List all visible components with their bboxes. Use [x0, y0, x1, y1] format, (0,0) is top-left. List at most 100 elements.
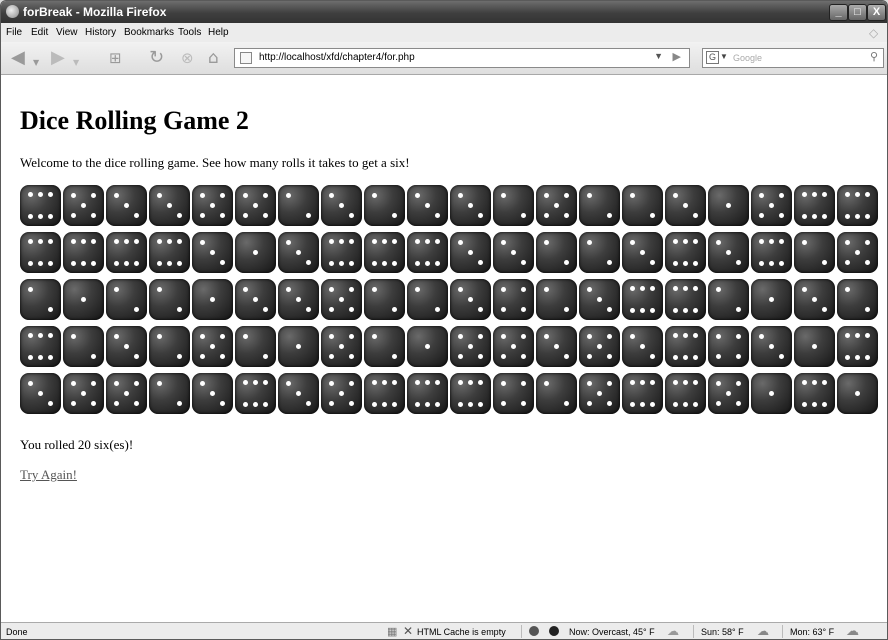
menu-file[interactable]: File [6, 27, 22, 38]
globe-icon[interactable] [549, 626, 559, 636]
die-pip [392, 379, 398, 385]
die-pip [801, 286, 807, 292]
reload-icon[interactable]: ↻ [149, 49, 164, 67]
die-pip [220, 354, 226, 360]
die-pip [715, 333, 721, 339]
die-face-5 [321, 326, 362, 367]
weather-mon[interactable]: Mon: 63° F [790, 627, 834, 637]
browser-window: forBreak - Mozilla Firefox _ □ X File Ed… [0, 0, 888, 640]
die-pip [500, 239, 506, 245]
die-face-3 [407, 185, 448, 226]
die-face-6 [20, 185, 61, 226]
die-pip [177, 307, 183, 313]
die-pip [177, 401, 183, 407]
die-pip [564, 213, 570, 219]
die-pip [242, 286, 248, 292]
die-pip [113, 261, 119, 267]
die-face-3 [321, 185, 362, 226]
weather-sun[interactable]: Sun: 58° F [701, 627, 744, 637]
die-pip [91, 192, 97, 198]
die-face-1 [751, 279, 792, 320]
die-pip [779, 261, 785, 267]
shield-icon[interactable] [529, 626, 539, 636]
die-face-6 [794, 185, 835, 226]
search-box[interactable]: G ▼ Google ⚲ [702, 48, 884, 68]
weather-now[interactable]: Now: Overcast, 45° F [569, 627, 655, 637]
die-pip [812, 402, 817, 408]
forward-dropdown-icon[interactable]: ▼ [73, 55, 79, 71]
die-pip [167, 238, 172, 244]
die-face-6 [622, 279, 663, 320]
die-pip [822, 214, 828, 220]
menu-history[interactable]: History [85, 27, 116, 38]
cache-grid-icon[interactable]: ▦ [387, 625, 397, 638]
die-pip [812, 191, 817, 197]
search-engine-icon[interactable]: G [706, 51, 719, 64]
die-pip [478, 213, 484, 219]
die-pip [167, 261, 172, 267]
menu-edit[interactable]: Edit [31, 27, 48, 38]
die-pip [607, 213, 613, 219]
die-pip [134, 354, 140, 360]
die-pip [855, 391, 860, 396]
die-face-1 [794, 326, 835, 367]
die-pip [70, 192, 76, 198]
die-face-6 [665, 326, 706, 367]
die-pip [457, 379, 463, 385]
die-pip [199, 239, 205, 245]
die-pip [693, 213, 699, 219]
die-pip [457, 192, 463, 198]
die-pip [758, 261, 764, 267]
search-engine-dropdown-icon[interactable]: ▼ [720, 52, 728, 61]
die-pip [81, 203, 86, 208]
go-icon[interactable]: ▶ [673, 50, 681, 63]
die-pip [672, 261, 678, 267]
close-button[interactable]: X [867, 4, 886, 21]
page-content: Dice Rolling Game 2 Welcome to the dice … [1, 75, 887, 622]
die-pip [865, 214, 871, 220]
forward-icon[interactable]: ▶ [51, 49, 65, 67]
magnifier-icon[interactable]: ⚲ [870, 50, 878, 63]
back-dropdown-icon[interactable]: ▼ [33, 55, 39, 71]
die-pip [392, 402, 398, 408]
die-pip [91, 238, 97, 244]
die-pip [586, 333, 592, 339]
die-pip [156, 286, 162, 292]
minimize-button[interactable]: _ [829, 4, 848, 21]
page-heading: Dice Rolling Game 2 [20, 106, 249, 135]
die-face-5 [579, 373, 620, 414]
die-pip [382, 261, 387, 267]
die-pip [736, 260, 742, 266]
die-pip [693, 379, 699, 385]
home-icon[interactable]: ⌂ [208, 50, 219, 67]
die-pip [177, 354, 183, 360]
url-bar[interactable]: http://localhost/xfd/chapter4/for.php ▼ … [234, 48, 690, 68]
die-pip [607, 354, 613, 360]
die-face-2 [149, 373, 190, 414]
die-pip [70, 238, 76, 244]
menu-help[interactable]: Help [208, 27, 229, 38]
die-face-5 [708, 373, 749, 414]
die-pip [855, 191, 860, 197]
try-again-link[interactable]: Try Again! [20, 467, 77, 483]
die-face-6 [665, 373, 706, 414]
die-pip [177, 213, 183, 219]
throbber-icon: ◇ [869, 26, 879, 40]
die-pip [715, 354, 721, 360]
url-dropdown-icon[interactable]: ▼ [654, 51, 663, 61]
new-tab-icon[interactable]: ⊞ [109, 50, 122, 66]
die-face-2 [536, 373, 577, 414]
menu-bookmarks[interactable]: Bookmarks [124, 27, 174, 38]
menu-tools[interactable]: Tools [178, 27, 201, 38]
maximize-button[interactable]: □ [848, 4, 867, 21]
cache-x-icon[interactable]: ✕ [403, 624, 413, 638]
die-pip [392, 354, 398, 360]
menu-view[interactable]: View [56, 27, 78, 38]
die-face-3 [450, 232, 491, 273]
die-pip [48, 401, 54, 407]
die-pip [586, 354, 592, 360]
back-icon[interactable]: ◀ [11, 49, 25, 67]
die-pip [124, 238, 129, 244]
die-pip [779, 354, 785, 360]
stop-icon[interactable]: ⊗ [181, 50, 194, 66]
